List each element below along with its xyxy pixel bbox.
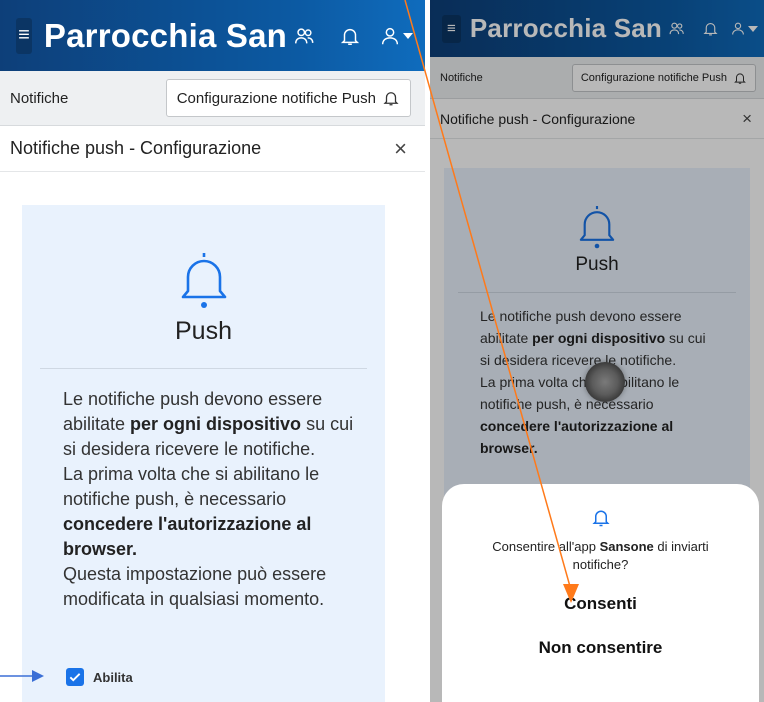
permission-message: Consentire all'app Sansone di inviarti n… — [492, 539, 709, 572]
desc-line: abilitate per ogni dispositivo su cui — [63, 414, 354, 434]
desc-line: concedere l'autorizzazione al — [63, 514, 312, 534]
bell-icon[interactable] — [333, 19, 367, 53]
allow-button[interactable]: Consenti — [442, 594, 759, 614]
notifications-label: Notifiche — [10, 89, 69, 107]
enable-checkbox[interactable] — [66, 668, 84, 686]
app-name: Sansone — [599, 539, 654, 554]
desc-line: Questa impostazione può essere — [63, 564, 327, 584]
desc-line: Le notifiche push devono essere — [63, 389, 323, 409]
close-icon[interactable]: × — [394, 136, 407, 162]
left-screen: ≡ Parrocchia San Notifiche Configurazion… — [0, 0, 425, 702]
enable-label: Abilita — [93, 669, 133, 685]
right-screen: ≡ Parrocchia San Notifiche Configurazion… — [430, 0, 764, 702]
users-icon[interactable] — [287, 19, 321, 53]
push-config-label: Configurazione notifiche Push — [176, 89, 376, 107]
desc-line: La prima volta che si abilitano le — [63, 464, 320, 484]
app-title: Parrocchia San — [43, 16, 287, 54]
check-icon — [69, 673, 81, 682]
chevron-down-icon — [403, 32, 413, 39]
permission-dialog: Consentire all'app Sansone di inviarti n… — [442, 484, 759, 702]
hamburger-icon[interactable]: ≡ — [16, 17, 32, 54]
push-description: Le notifiche push devono essere abilitat… — [22, 369, 385, 612]
desc-line: browser. — [63, 539, 138, 559]
deny-button[interactable]: Non consentire — [442, 638, 759, 658]
desc-line: notifiche push, è necessario — [63, 489, 287, 509]
desc-line: modificata in qualsiasi momento. — [63, 589, 325, 609]
app-bar: ≡ Parrocchia San — [0, 0, 425, 71]
desc-line: si desidera ricevere le notifiche. — [63, 439, 316, 459]
push-card: Push Le notifiche push devono essere abi… — [22, 205, 385, 702]
app-bar-actions — [287, 19, 425, 53]
modal-header: Notifiche push - Configurazione × — [0, 126, 425, 172]
bell-icon — [22, 249, 385, 309]
push-heading: Push — [175, 317, 232, 345]
bell-icon — [442, 508, 759, 528]
push-config-button[interactable]: Configurazione notifiche Push — [165, 79, 411, 117]
sub-bar: Notifiche Configurazione notifiche Push — [0, 71, 425, 126]
user-icon[interactable] — [379, 19, 413, 53]
enable-toggle-row[interactable]: Abilita — [66, 668, 133, 686]
loading-spinner — [585, 362, 625, 402]
modal-title: Notifiche push - Configurazione — [10, 138, 262, 158]
bell-icon — [382, 89, 400, 107]
